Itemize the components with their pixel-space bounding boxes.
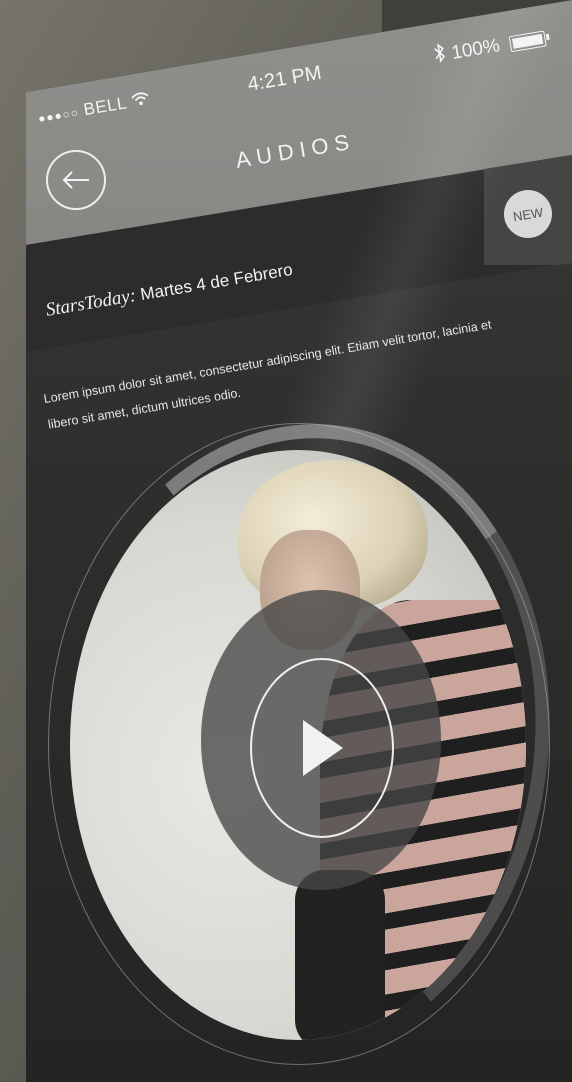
phone-screen: ●●●○○ BELL 4:21 PM 100% AUDIOS NEW Stars…	[26, 0, 572, 1082]
play-button[interactable]	[250, 658, 394, 838]
wifi-icon	[130, 90, 151, 112]
battery-icon	[508, 30, 547, 53]
arrow-left-icon	[62, 171, 89, 189]
play-icon	[303, 720, 343, 776]
artwork-arm	[295, 870, 385, 1040]
back-button[interactable]	[46, 150, 106, 210]
